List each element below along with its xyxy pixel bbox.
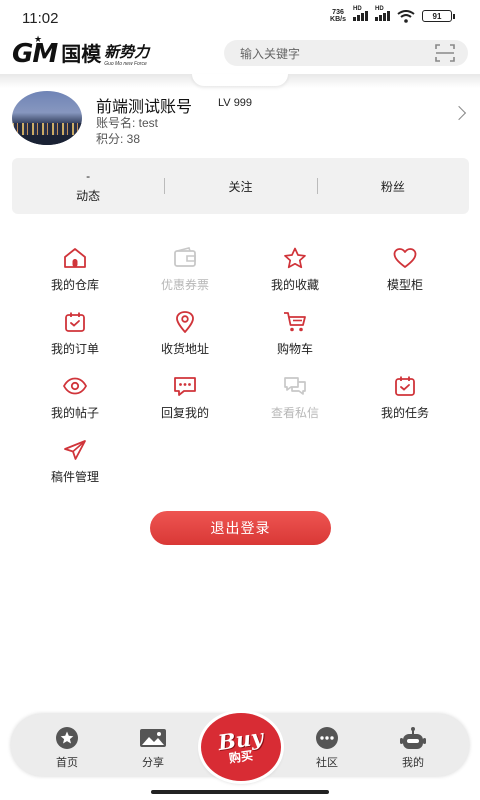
menu-item-label: 我的订单 [50,342,99,356]
menu-item-model-cabinet[interactable]: 模型柜 [350,246,460,310]
location-pin-icon [176,311,194,333]
eye-icon [62,377,88,395]
menu-item-my-posts[interactable]: 我的帖子 [20,374,130,438]
chevron-right-icon[interactable] [451,105,467,121]
stat-fans[interactable]: 粉丝 [316,158,469,214]
nav-share[interactable]: 分享 [123,726,183,770]
network-speed: 736 KB/s [330,9,346,23]
status-time: 11:02 [22,10,59,27]
buy-button[interactable]: Buy 购买 [201,713,281,781]
nav-mine[interactable]: 我的 [383,726,443,770]
menu-item-label: 回复我的 [160,406,209,420]
menu-item-label: 我的仓库 [50,278,99,292]
logo-cn: 国模 [61,44,102,66]
signal-hd-tag-2: HD [375,6,384,12]
menu-item-label: 查看私信 [270,406,319,420]
nav-home-label: 首页 [56,757,78,769]
messages-icon [284,377,306,395]
menu-item-address[interactable]: 收货地址 [130,310,240,374]
menu-item-label: 购物车 [276,342,313,356]
profile-card[interactable]: 前端测试账号 LV 999 账号名: test 积分: 38 [0,88,480,150]
menu-item-orders[interactable]: 我的订单 [20,310,130,374]
warehouse-icon [64,248,86,268]
search-input[interactable]: 输入关键字 [224,40,468,66]
chat-bubble-icon [174,377,196,396]
menu-item-label: 收货地址 [160,342,209,356]
nav-community[interactable]: 社区 [297,726,357,770]
menu-item-coupons[interactable]: 优惠券票 [130,246,240,310]
app-logo: ★ GM 国模 新势力 Guo Mo new Force [12,34,150,68]
home-indicator[interactable] [151,790,329,794]
logout-button[interactable]: 退出登录 [150,511,331,545]
nav-mine-label: 我的 [402,757,424,769]
send-icon [64,440,86,460]
network-speed-value: 736 [332,9,344,16]
stat-following[interactable]: 关注 [164,158,316,214]
stat-posts-label: 动态 [76,188,101,203]
task-icon [395,376,415,396]
signal-icon-1: HD [353,6,368,21]
stat-posts[interactable]: - 动态 [12,158,164,214]
scan-icon[interactable] [434,43,456,63]
menu-item-label: 模型柜 [386,278,423,292]
logo-star-icon: ★ [34,34,43,44]
signal-hd-tag: HD [353,6,362,12]
status-icons: 736 KB/s HD HD 91 [330,6,455,23]
menu-item-messages[interactable]: 查看私信 [240,374,350,438]
cart-icon [284,312,306,332]
stat-following-label: 关注 [228,179,253,194]
menu-item-manuscripts[interactable]: 稿件管理 [20,438,130,502]
menu-item-label: 我的收藏 [270,278,319,292]
menu-item-label: 我的任务 [380,406,429,420]
menu-item-label: 稿件管理 [50,470,99,484]
robot-profile-icon [400,727,426,749]
buy-logo-cn: 购买 [228,748,254,766]
user-level: LV 999 [218,97,253,109]
star-icon [284,247,306,269]
stat-posts-value: - [86,168,91,183]
menu-item-tasks[interactable]: 我的任务 [350,374,460,438]
network-speed-unit: KB/s [330,16,346,23]
user-points: 积分: 38 [96,132,141,146]
stat-fans-label: 粉丝 [380,179,405,194]
account-name: 账号名: test [96,116,159,130]
logo-slogan: 新势力 Guo Mo new Force [104,44,150,68]
battery-icon: 91 [422,10,455,22]
header-tab-notch [192,74,288,86]
stats-bar: - 动态 关注 粉丝 [12,158,469,214]
nav-share-label: 分享 [142,757,164,769]
menu-item-label: 优惠券票 [160,278,209,292]
menu-item-replies[interactable]: 回复我的 [130,374,240,438]
nav-home[interactable]: 首页 [37,726,97,770]
status-bar: 11:02 736 KB/s HD HD 91 [0,0,480,36]
menu-item-cart[interactable]: 购物车 [240,310,350,374]
order-calendar-icon [65,312,85,332]
menu-item-favorites[interactable]: 我的收藏 [240,246,350,310]
logo-slogan-cn: 新势力 [104,44,150,61]
menu-item-label: 我的帖子 [50,406,99,420]
signal-icon-2: HD [375,6,390,21]
home-star-icon [56,727,78,749]
community-chat-icon [316,727,338,749]
search-placeholder: 输入关键字 [240,46,301,61]
battery-level: 91 [432,11,442,21]
coupon-wallet-icon [174,247,196,267]
menu-item-empty [350,310,460,374]
logo-slogan-en: Guo Mo new Force [104,61,147,67]
avatar[interactable] [12,91,82,145]
menu-grid: 我的仓库 优惠券票 我的收藏 模型柜 我的订单 收货地址 购物车 我的帖子 回复… [20,246,460,502]
wifi-icon [397,9,415,23]
heart-icon [393,248,417,268]
menu-item-warehouse[interactable]: 我的仓库 [20,246,130,310]
image-share-icon [140,729,166,747]
nav-community-label: 社区 [316,757,338,769]
